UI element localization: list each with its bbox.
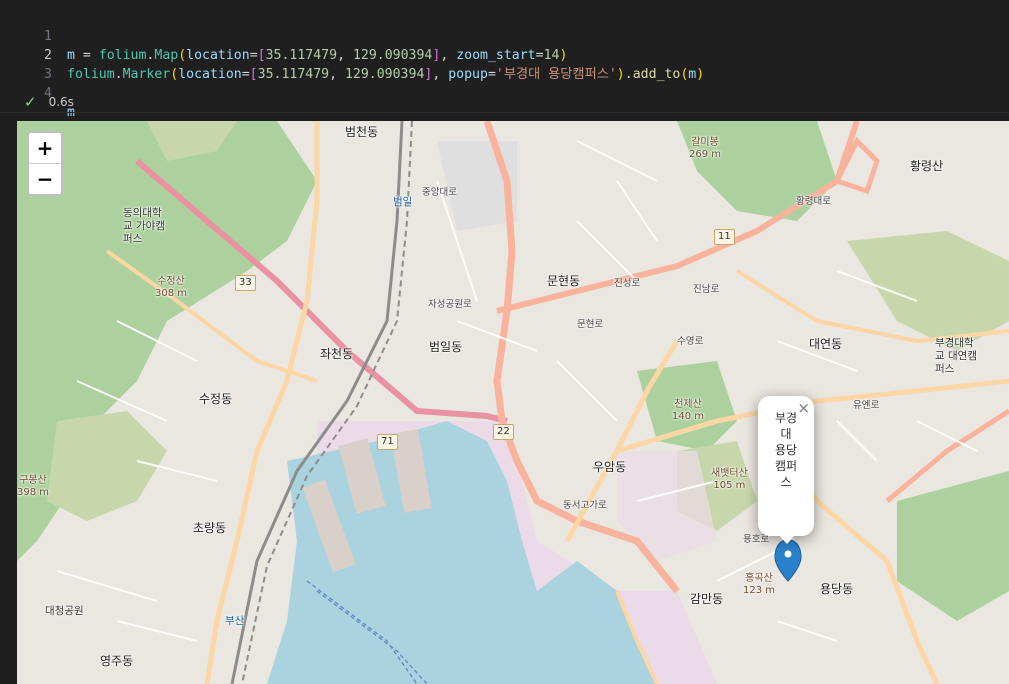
code-line-2[interactable]: 2 folium.Marker(location=[35.117479, 129…	[0, 27, 1009, 82]
map-label: 감만동	[690, 592, 724, 606]
map-label: 유엔로	[853, 400, 880, 411]
map-label: 용당동	[820, 582, 854, 596]
code-line-1[interactable]: 1 m = folium.Map(location=[35.117479, 12…	[0, 8, 1009, 63]
map-label: 수영로	[677, 336, 704, 347]
map-label: 문현동	[547, 274, 581, 288]
map-label: 동의대학 교 가야캠 퍼스	[123, 207, 165, 245]
peak-label: 홍곡산 123 m	[743, 573, 776, 596]
map-label: 황령대로	[796, 196, 831, 207]
zoom-in-button[interactable]: +	[29, 133, 61, 164]
code-editor[interactable]: 1 m = folium.Map(location=[35.117479, 12…	[0, 8, 1009, 120]
map-label: 문현로	[577, 319, 604, 330]
map-label: 대연동	[809, 337, 843, 351]
map-label: 자성공원로	[428, 299, 472, 310]
peak-label: 갈미봉 269 m	[689, 137, 722, 160]
code-line-4[interactable]: 4 m	[0, 65, 1009, 120]
map-label: 동서고가로	[563, 500, 607, 511]
map-label: 진성로	[614, 278, 641, 289]
zoom-out-button[interactable]: −	[29, 164, 61, 194]
peak-label: 천제산 140 m	[672, 399, 705, 422]
map-label: 우암동	[593, 460, 627, 474]
map-label: 초량동	[193, 521, 227, 535]
map-label: 대청공원	[45, 605, 84, 617]
peak-label: 새뱃터산 105 m	[711, 468, 748, 491]
map-label: 진남로	[693, 284, 720, 295]
marker-popup[interactable]: × 부경대 용당캠퍼스	[758, 396, 814, 544]
checkmark-icon: ✓	[24, 93, 37, 111]
zoom-control[interactable]: + −	[27, 131, 63, 196]
map-label: 부경대학 교 대연캠 퍼스	[935, 337, 977, 375]
code-line-3[interactable]: 3	[0, 46, 1009, 82]
cell-status: ✓ 0.6s	[24, 93, 74, 111]
map-label: 범일	[393, 196, 413, 208]
map-label: 수정동	[199, 392, 233, 406]
map-label: 부산	[225, 615, 245, 627]
map-label: 황령산	[910, 159, 944, 173]
folium-map[interactable]: 범천동 범일 좌천동 범일동 문현동 대연동 진남로 수영로 유엔로 우암동 감…	[17, 121, 1009, 684]
notebook-code-cell[interactable]: 1 m = folium.Map(location=[35.117479, 12…	[0, 0, 1009, 120]
cell-divider	[0, 112, 1009, 113]
route-shield: 33	[235, 275, 256, 291]
close-icon[interactable]: ×	[797, 399, 810, 417]
route-shield: 22	[493, 424, 514, 440]
map-label: 범천동	[345, 125, 379, 139]
peak-label: 수정산 308 m	[155, 276, 188, 299]
map-label: 중앙대로	[422, 187, 457, 198]
map-label: 범일동	[429, 340, 463, 354]
popup-tip	[779, 535, 795, 544]
map-label: 영주동	[100, 654, 134, 668]
map-label: 좌천동	[320, 347, 354, 361]
route-shield: 11	[714, 229, 735, 245]
route-shield: 71	[377, 434, 398, 450]
peak-label: 구봉산 398 m	[17, 475, 50, 498]
popup-content: 부경대 용당캠퍼스	[774, 411, 798, 489]
execution-time: 0.6s	[48, 95, 74, 109]
